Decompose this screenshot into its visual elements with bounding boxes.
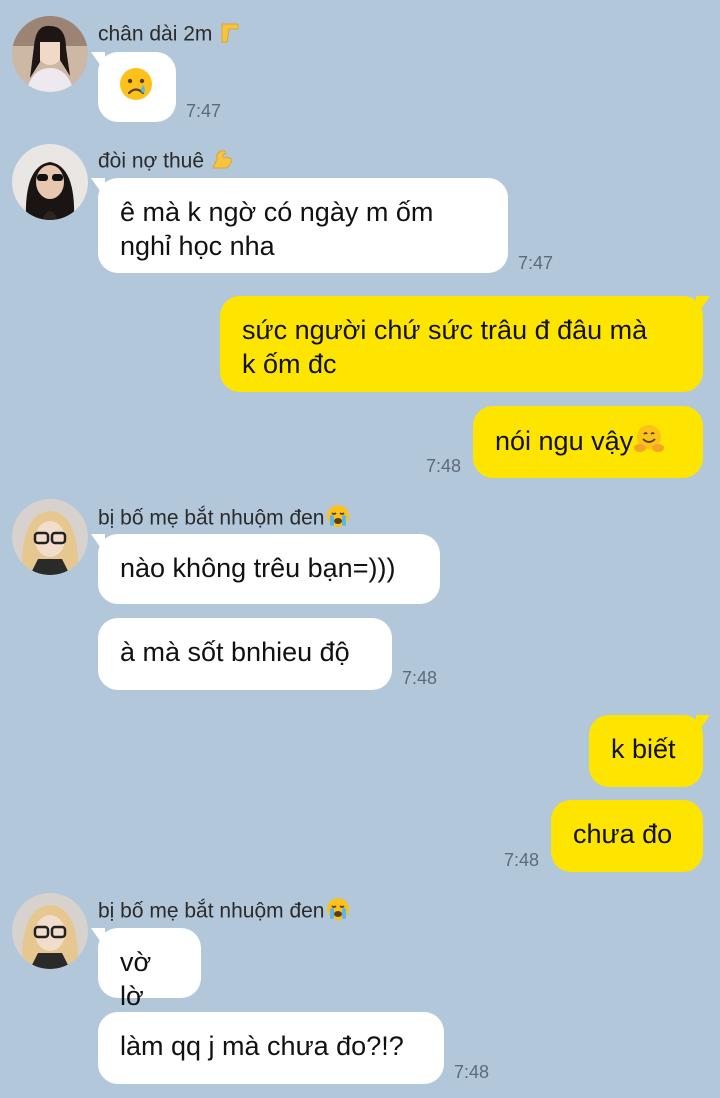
message-text: nói ngu vậy: [495, 426, 634, 457]
hugging-face-icon: [633, 423, 665, 463]
timestamp: 7:47: [186, 101, 222, 121]
incoming-message[interactable]: [91, 52, 176, 122]
outgoing-message[interactable]: k biết: [589, 715, 710, 787]
sender-name: bị bố mẹ bắt nhuộm đen: [98, 503, 351, 535]
message-text: nào không trêu bạn=))): [120, 553, 396, 583]
avatar[interactable]: [12, 16, 88, 92]
message-text: chưa đo: [573, 819, 673, 849]
incoming-message[interactable]: ê mà k ngờ có ngày m ốm nghỉ học nha: [91, 178, 508, 273]
timestamp: 7:48: [426, 456, 462, 476]
sender-name: đòi nợ thuê: [98, 147, 234, 177]
timestamp: 7:48: [454, 1062, 490, 1082]
sender-name-text: bị bố mẹ bắt nhuộm đen: [98, 506, 325, 530]
sender-name: bị bố mẹ bắt nhuộm đen: [98, 896, 351, 928]
crying-face-icon: [118, 66, 154, 110]
incoming-message[interactable]: nào không trêu bạn=))): [91, 534, 440, 604]
incoming-message[interactable]: à mà sốt bnhieu độ: [98, 618, 392, 690]
sender-name-text: bị bố mẹ bắt nhuộm đen: [98, 899, 325, 923]
outgoing-message[interactable]: nói ngu vậy: [473, 406, 703, 478]
message-text: k biết: [611, 734, 676, 764]
timestamp: 7:48: [504, 850, 540, 870]
avatar[interactable]: [12, 499, 88, 575]
outgoing-message[interactable]: chưa đo: [551, 800, 703, 872]
message-text: à mà sốt bnhieu độ: [120, 637, 350, 667]
timestamp: 7:47: [518, 253, 554, 273]
incoming-message[interactable]: làm qq j mà chưa đo?!?: [98, 1012, 444, 1084]
loudly-crying-face-icon: [325, 896, 351, 928]
leg-icon: [218, 20, 242, 50]
message-text: vờ lờ: [120, 947, 152, 1011]
message-text-line: k ốm đc: [242, 349, 337, 379]
message-text-line: nghỉ học nha: [120, 231, 275, 261]
loudly-crying-face-icon: [325, 503, 351, 535]
sender-name: chân dài 2m: [98, 20, 242, 50]
message-text-line: ê mà k ngờ có ngày m ốm: [120, 197, 434, 227]
sender-name-text: đòi nợ thuê: [98, 149, 205, 173]
message-text: làm qq j mà chưa đo?!?: [120, 1031, 404, 1061]
avatar[interactable]: [12, 893, 88, 969]
message-text-line: sức người chứ sức trâu đ đâu mà: [242, 315, 648, 345]
incoming-message[interactable]: vờ lờ: [91, 928, 201, 1011]
timestamp: 7:48: [402, 668, 438, 688]
flexed-biceps-icon: [210, 147, 234, 177]
outgoing-message[interactable]: sức người chứ sức trâu đ đâu mà k ốm đc: [220, 296, 710, 392]
avatar[interactable]: [12, 144, 88, 220]
sender-name-text: chân dài 2m: [98, 22, 213, 46]
